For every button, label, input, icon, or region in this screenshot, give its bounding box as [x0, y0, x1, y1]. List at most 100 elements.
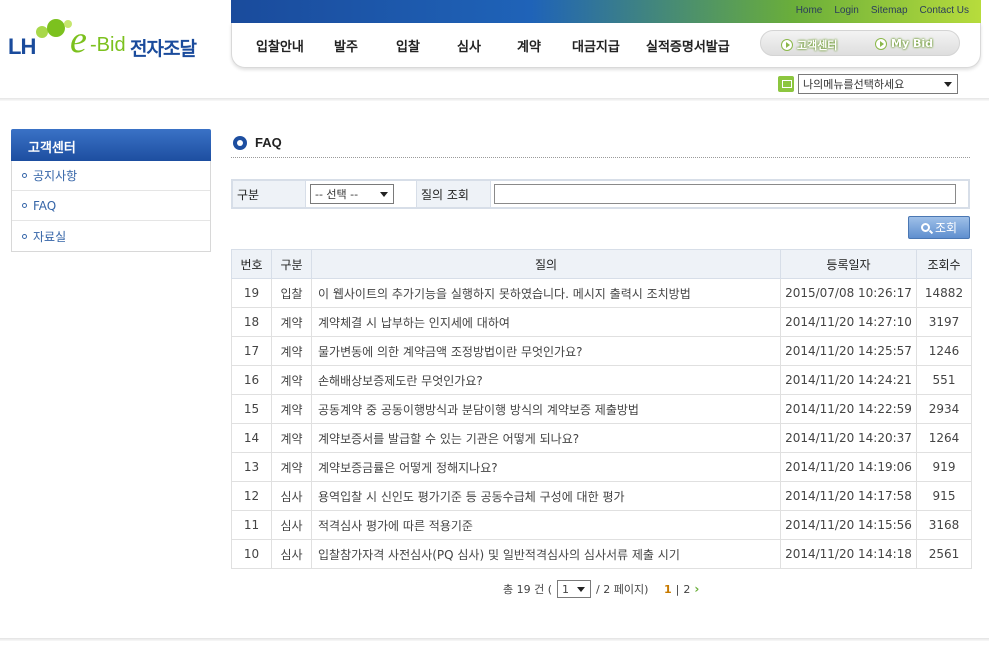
row-question-link[interactable]: 계약보증금률은 어떻게 정해지나요?: [311, 452, 781, 482]
gnb-item-contract[interactable]: 계약: [517, 36, 541, 55]
row-category: 계약: [271, 307, 312, 337]
page-title-text: FAQ: [255, 135, 282, 150]
row-number: 12: [231, 481, 272, 511]
sidebar-title: 고객센터: [11, 129, 211, 161]
my-bid-label: My Bid: [891, 37, 933, 50]
row-number: 11: [231, 510, 272, 540]
row-question-link[interactable]: 계약체결 시 납부하는 인지세에 대하여: [311, 307, 781, 337]
row-category: 심사: [271, 481, 312, 511]
row-question-link[interactable]: 입찰참가자격 사전심사(PQ 심사) 및 일반적격심사의 심사서류 제출 시기: [311, 539, 781, 569]
table-row: 12 심사 용역입찰 시 신인도 평가기준 등 공동수급체 구성에 대한 평가 …: [231, 481, 972, 511]
sidebar-item-label: 공지사항: [33, 169, 78, 183]
sidebar-item-faq[interactable]: FAQ: [12, 191, 210, 221]
customer-center-label: 고객센터: [797, 39, 838, 52]
sidebar-item-archive[interactable]: 자료실: [12, 221, 210, 251]
row-views: 14882: [916, 278, 972, 308]
row-views: 3168: [916, 510, 972, 540]
total-suffix: / 2 페이지): [596, 583, 649, 596]
bullet-icon: [22, 203, 27, 208]
search-form: 구분 -- 선택 -- 질의 조회: [231, 179, 970, 209]
gnb-item-review[interactable]: 심사: [457, 36, 481, 55]
row-date: 2014/11/20 14:27:10: [780, 307, 917, 337]
row-question-link[interactable]: 용역입찰 시 신인도 평가기준 등 공동수급체 구성에 대한 평가: [311, 481, 781, 511]
table-row: 16 계약 손해배상보증제도란 무엇인가요? 2014/11/20 14:24:…: [231, 365, 972, 395]
gnb-item-certificate[interactable]: 실적증명서발급: [646, 36, 730, 55]
util-link-sitemap[interactable]: Sitemap: [871, 5, 908, 16]
bullet-icon: [22, 173, 27, 178]
sidebar: 고객센터 공지사항 FAQ 자료실: [11, 129, 211, 252]
query-input[interactable]: [494, 184, 956, 204]
next-page-icon[interactable]: ›: [694, 582, 699, 596]
page-link-2[interactable]: 2: [683, 583, 690, 596]
row-category: 계약: [271, 365, 312, 395]
faq-table: 번호 구분 질의 등록일자 조회수 19 입찰 이 웹사이트의 추가기능을 실행…: [231, 249, 972, 569]
row-number: 16: [231, 365, 272, 395]
row-date: 2014/11/20 14:19:06: [780, 452, 917, 482]
row-question-link[interactable]: 물가변동에 의한 계약금액 조정방법이란 무엇인가요?: [311, 336, 781, 366]
logo-korean-title: 전자조달: [130, 38, 197, 60]
my-menu: 나의메뉴를선택하세요: [778, 74, 958, 94]
row-question-link[interactable]: 이 웹사이트의 추가기능을 실행하지 못하였습니다. 메시지 출력시 조치방법: [311, 278, 781, 308]
row-category: 계약: [271, 452, 312, 482]
row-question-link[interactable]: 손해배상보증제도란 무엇인가요?: [311, 365, 781, 395]
page-select[interactable]: 1: [557, 580, 592, 598]
my-bid-button[interactable]: My Bid: [875, 37, 933, 50]
search-button[interactable]: 조회: [908, 216, 970, 239]
chevron-down-icon: [577, 586, 586, 592]
page-link-current[interactable]: 1: [664, 583, 672, 596]
table-header-row: 번호 구분 질의 등록일자 조회수: [231, 249, 972, 279]
monitor-icon: [778, 76, 794, 92]
row-number: 10: [231, 539, 272, 569]
global-navigation: 입찰안내 발주 입찰 심사 계약 대금지급 실적증명서발급 고객센터 My Bi…: [231, 23, 981, 68]
logo-dots-icon: [36, 19, 72, 38]
row-date: 2014/11/20 14:22:59: [780, 394, 917, 424]
footer-divider: [0, 638, 989, 641]
row-question-link[interactable]: 계약보증서를 발급할 수 있는 기관은 어떻게 되나요?: [311, 423, 781, 453]
chevron-down-icon: [944, 81, 952, 87]
query-label: 질의 조회: [416, 181, 491, 207]
category-select-value: -- 선택 --: [315, 188, 359, 201]
gnb-item-payment[interactable]: 대금지급: [572, 36, 620, 55]
logo-e: e: [70, 19, 87, 61]
top-utility-bar: Home Login Sitemap Contact Us: [231, 0, 981, 23]
sidebar-list: 공지사항 FAQ 자료실: [11, 161, 211, 252]
category-select[interactable]: -- 선택 --: [310, 184, 394, 204]
row-question-link[interactable]: 공동계약 중 공동이행방식과 분담이행 방식의 계약보증 제출방법: [311, 394, 781, 424]
util-link-home[interactable]: Home: [796, 5, 823, 16]
table-row: 19 입찰 이 웹사이트의 추가기능을 실행하지 못하였습니다. 메시지 출력시…: [231, 278, 972, 308]
search-button-label: 조회: [934, 221, 958, 235]
lh-ebid-logo[interactable]: LH e -Bid 전자조달: [8, 14, 218, 64]
row-number: 17: [231, 336, 272, 366]
play-circle-icon: [781, 39, 793, 51]
util-link-login[interactable]: Login: [834, 5, 858, 16]
sidebar-item-label: 자료실: [33, 229, 67, 244]
my-menu-select[interactable]: 나의메뉴를선택하세요: [798, 74, 958, 94]
pagination: 1 | 2 ›: [664, 582, 699, 596]
row-question-link[interactable]: 적격심사 평가에 따른 적용기준: [311, 510, 781, 540]
col-header-date: 등록일자: [780, 249, 917, 279]
row-date: 2014/11/20 14:17:58: [780, 481, 917, 511]
paging-summary: 총 19 건 ( 1 / 2 페이지): [503, 580, 648, 598]
sidebar-item-notice[interactable]: 공지사항: [12, 161, 210, 191]
row-category: 계약: [271, 394, 312, 424]
gnb-item-order[interactable]: 발주: [334, 36, 358, 55]
header-divider: [0, 98, 989, 101]
gnb-item-bid[interactable]: 입찰: [396, 36, 420, 55]
table-row: 13 계약 계약보증금률은 어떻게 정해지나요? 2014/11/20 14:1…: [231, 452, 972, 482]
row-views: 551: [916, 365, 972, 395]
row-category: 심사: [271, 539, 312, 569]
bullet-icon: [22, 233, 27, 239]
row-category: 계약: [271, 336, 312, 366]
my-menu-select-value: 나의메뉴를선택하세요: [803, 78, 905, 91]
page-select-value: 1: [562, 582, 570, 596]
col-header-views: 조회수: [916, 249, 972, 279]
util-link-contact[interactable]: Contact Us: [920, 5, 969, 16]
row-date: 2014/11/20 14:25:57: [780, 336, 917, 366]
row-number: 15: [231, 394, 272, 424]
gnb-item-bid-guide[interactable]: 입찰안내: [256, 36, 304, 55]
table-row: 10 심사 입찰참가자격 사전심사(PQ 심사) 및 일반적격심사의 심사서류 …: [231, 539, 972, 569]
customer-center-button[interactable]: 고객센터: [781, 37, 837, 53]
table-row: 17 계약 물가변동에 의한 계약금액 조정방법이란 무엇인가요? 2014/1…: [231, 336, 972, 366]
logo-bid: -Bid: [90, 34, 126, 56]
page-title: FAQ: [233, 135, 282, 150]
